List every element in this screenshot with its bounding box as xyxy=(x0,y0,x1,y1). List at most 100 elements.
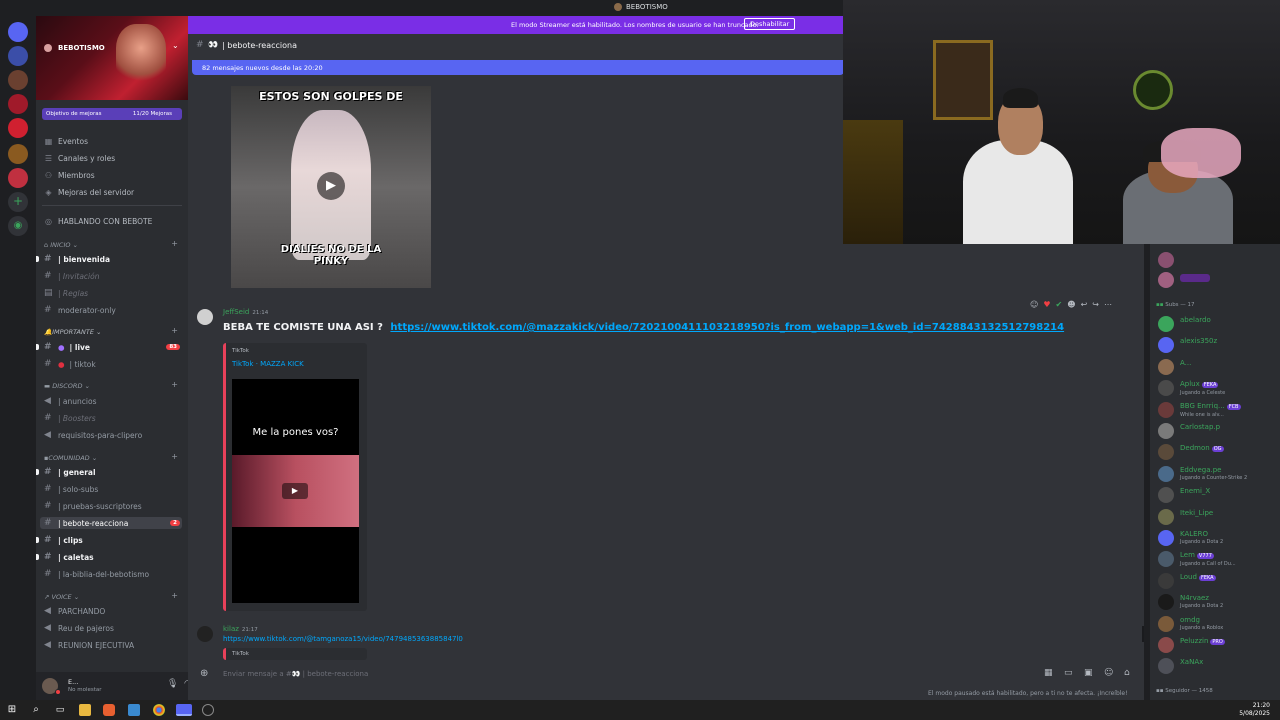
discord-icon[interactable] xyxy=(176,704,192,716)
category-importante[interactable]: 🔔IMPORTANTE ⌄ xyxy=(44,328,101,336)
voice-channel-parchando[interactable]: ◀ PARCHANDO xyxy=(44,606,105,616)
forward-icon[interactable]: ↪ xyxy=(1092,300,1099,309)
boost-goal-bar[interactable]: Objetivo de mejoras 11/20 Mejoras xyxy=(42,108,182,120)
add-channel-icon[interactable]: + xyxy=(171,452,178,461)
reply-icon[interactable]: ↩ xyxy=(1081,300,1088,309)
play-icon[interactable]: ▶ xyxy=(282,483,308,499)
channel-boosters[interactable]: # | Boosters xyxy=(44,413,96,423)
task-view-icon[interactable]: ▭ xyxy=(54,704,66,716)
embed-title[interactable]: TikTok · MAZZA KICK xyxy=(232,360,304,368)
add-channel-icon[interactable]: + xyxy=(171,326,178,335)
category-inicio[interactable]: ⌂ INICIO ⌄ xyxy=(44,241,78,249)
member-item[interactable]: Aplux FEKA Jugando a Celeste xyxy=(1158,380,1225,397)
category-voice[interactable]: ↗ VOICE ⌄ xyxy=(44,593,79,601)
server-icon[interactable] xyxy=(8,94,28,114)
add-channel-icon[interactable]: + xyxy=(171,380,178,389)
menu-eventos[interactable]: ▦ Eventos xyxy=(44,137,88,146)
mic-icon[interactable]: 🎙 xyxy=(167,679,178,689)
gif-icon[interactable]: ▭ xyxy=(1064,668,1073,678)
server-icon[interactable] xyxy=(8,70,28,90)
add-channel-icon[interactable]: + xyxy=(171,239,178,248)
channel-live[interactable]: # ● | live xyxy=(44,342,90,352)
channel-pruebas[interactable]: # | pruebas-suscriptores xyxy=(44,501,142,511)
category-discord[interactable]: ▬ DISCORD ⌄ xyxy=(44,382,90,390)
channel-tiktok[interactable]: # ● | tiktok xyxy=(44,359,96,369)
channel-moderator[interactable]: # moderator-only xyxy=(44,305,116,315)
server-icon[interactable] xyxy=(8,144,28,164)
channel-bienvenida[interactable]: # | bienvenida xyxy=(44,254,110,264)
obs-icon[interactable] xyxy=(202,704,214,716)
menu-mejoras[interactable]: ◈ Mejoras del servidor xyxy=(44,188,134,197)
channel-reglas[interactable]: ▤ | Reglas xyxy=(44,288,88,298)
member-item[interactable]: abelardo xyxy=(1158,316,1211,332)
channel-biblia[interactable]: # | la-biblia-del-bebotismo xyxy=(44,569,149,579)
explore-icon[interactable]: ◉ xyxy=(8,216,28,236)
avatar[interactable] xyxy=(1158,272,1174,288)
game-icon[interactable]: ⌂ xyxy=(1124,668,1130,678)
member-item[interactable]: Iteki_Lipe xyxy=(1158,508,1213,525)
check-icon[interactable]: ✔ xyxy=(1056,300,1063,309)
gift-icon[interactable]: ▦ xyxy=(1044,668,1053,678)
play-icon[interactable]: ▶ xyxy=(317,172,345,200)
channel-clips[interactable]: # | clips xyxy=(44,535,83,545)
member-item[interactable]: BBG Enrriq... FCB While one is alv... xyxy=(1158,401,1241,418)
channel-general[interactable]: # | general xyxy=(44,467,96,477)
server-icon[interactable] xyxy=(8,118,28,138)
message-input[interactable]: Enviar mensaje a #👀 | bebote-reacciona xyxy=(223,670,368,678)
chevron-down-icon[interactable]: ⌄ xyxy=(172,41,179,50)
reaction-icon[interactable]: ☺ xyxy=(1030,300,1038,309)
member-item[interactable]: KALERO Jugando a Dota 2 xyxy=(1158,530,1223,546)
brave-icon[interactable] xyxy=(103,704,115,716)
avatar[interactable] xyxy=(1158,252,1174,268)
member-item[interactable]: omdg Jugando a Roblox xyxy=(1158,615,1223,632)
heart-icon[interactable]: ♥ xyxy=(1043,300,1050,309)
voice-header-hablando[interactable]: ◎ HABLANDO CON BEBOTE xyxy=(44,217,152,226)
member-item[interactable]: Eddvega.pe Jugando a Counter-Strike 2 xyxy=(1158,465,1247,482)
clock[interactable]: 21:20 5/08/2025 xyxy=(1239,702,1270,718)
scrollbar-thumb[interactable] xyxy=(1142,626,1144,642)
voice-channel-reu[interactable]: ◀ Reu de pajeros xyxy=(44,623,114,633)
more-icon[interactable]: ⋯ xyxy=(1104,300,1112,309)
channel-invitacion[interactable]: # | Invitación xyxy=(44,271,99,281)
avatar[interactable] xyxy=(197,309,213,325)
user-name[interactable]: E... xyxy=(68,678,78,686)
channel-bebote-reacciona[interactable]: # | bebote-reacciona xyxy=(40,517,182,529)
file-explorer-icon[interactable] xyxy=(79,704,91,716)
message-author[interactable]: JeffSeid 21:14 xyxy=(223,308,268,316)
add-attachment-icon[interactable]: ⊕ xyxy=(200,668,208,679)
add-reaction-icon[interactable]: ☻ xyxy=(1067,300,1075,309)
member-item[interactable]: XaNAx xyxy=(1158,658,1203,675)
tiktok-link[interactable]: https://www.tiktok.com/@mazzakick/video/… xyxy=(390,322,1064,333)
sticker-icon[interactable]: ▣ xyxy=(1084,668,1093,678)
channel-solo-subs[interactable]: # | solo-subs xyxy=(44,484,98,494)
embed-video[interactable]: Me la pones vos? ▶ xyxy=(232,379,359,603)
home-server-icon[interactable] xyxy=(8,22,28,42)
new-messages-bar[interactable]: 82 mensajes nuevos desde las 20:20 xyxy=(192,60,844,75)
member-item[interactable]: Lem V777 Jugando a Call of Du... xyxy=(1158,551,1236,568)
channel-anuncios[interactable]: ◀ | anuncios xyxy=(44,396,96,406)
menu-miembros[interactable]: ⚇ Miembros xyxy=(44,171,95,180)
server-name[interactable]: BEBOTISMO xyxy=(58,44,105,52)
server-icon[interactable] xyxy=(8,46,28,66)
meme-image[interactable]: ESTOS SON GOLPES DE ▶ DIALIES NO DE LA P… xyxy=(231,86,431,288)
tiktok-link[interactable]: https://www.tiktok.com/@tamganoza15/vide… xyxy=(223,635,463,643)
member-item[interactable]: alexis350z xyxy=(1158,337,1217,354)
member-item[interactable]: Peluzzin PRO xyxy=(1158,637,1225,653)
server-icon[interactable] xyxy=(8,168,28,188)
channel-caletas[interactable]: # | caletas xyxy=(44,552,94,562)
member-item[interactable]: Dedmon OG xyxy=(1158,444,1224,461)
start-icon[interactable]: ⊞ xyxy=(6,704,18,716)
member-item[interactable]: N4rvaez Jugando a Dota 2 xyxy=(1158,594,1223,611)
emoji-icon[interactable]: ☺ xyxy=(1104,668,1113,678)
member-item[interactable]: Loud FEKA xyxy=(1158,572,1216,589)
chrome-icon[interactable] xyxy=(153,704,165,716)
message-author[interactable]: kilaz 21:17 xyxy=(223,625,258,633)
avatar[interactable] xyxy=(197,626,213,642)
add-server-icon[interactable]: + xyxy=(8,192,28,212)
category-comunidad[interactable]: ▪COMUNIDAD ⌄ xyxy=(44,454,97,462)
disable-streamer-button[interactable]: Deshabilitar xyxy=(744,18,796,30)
voice-channel-reunion[interactable]: ◀ REUNION EJECUTIVA xyxy=(44,640,134,650)
add-channel-icon[interactable]: + xyxy=(171,591,178,600)
member-item[interactable]: Carlostap.p xyxy=(1158,423,1220,439)
search-icon[interactable]: ⌕ xyxy=(30,704,42,716)
